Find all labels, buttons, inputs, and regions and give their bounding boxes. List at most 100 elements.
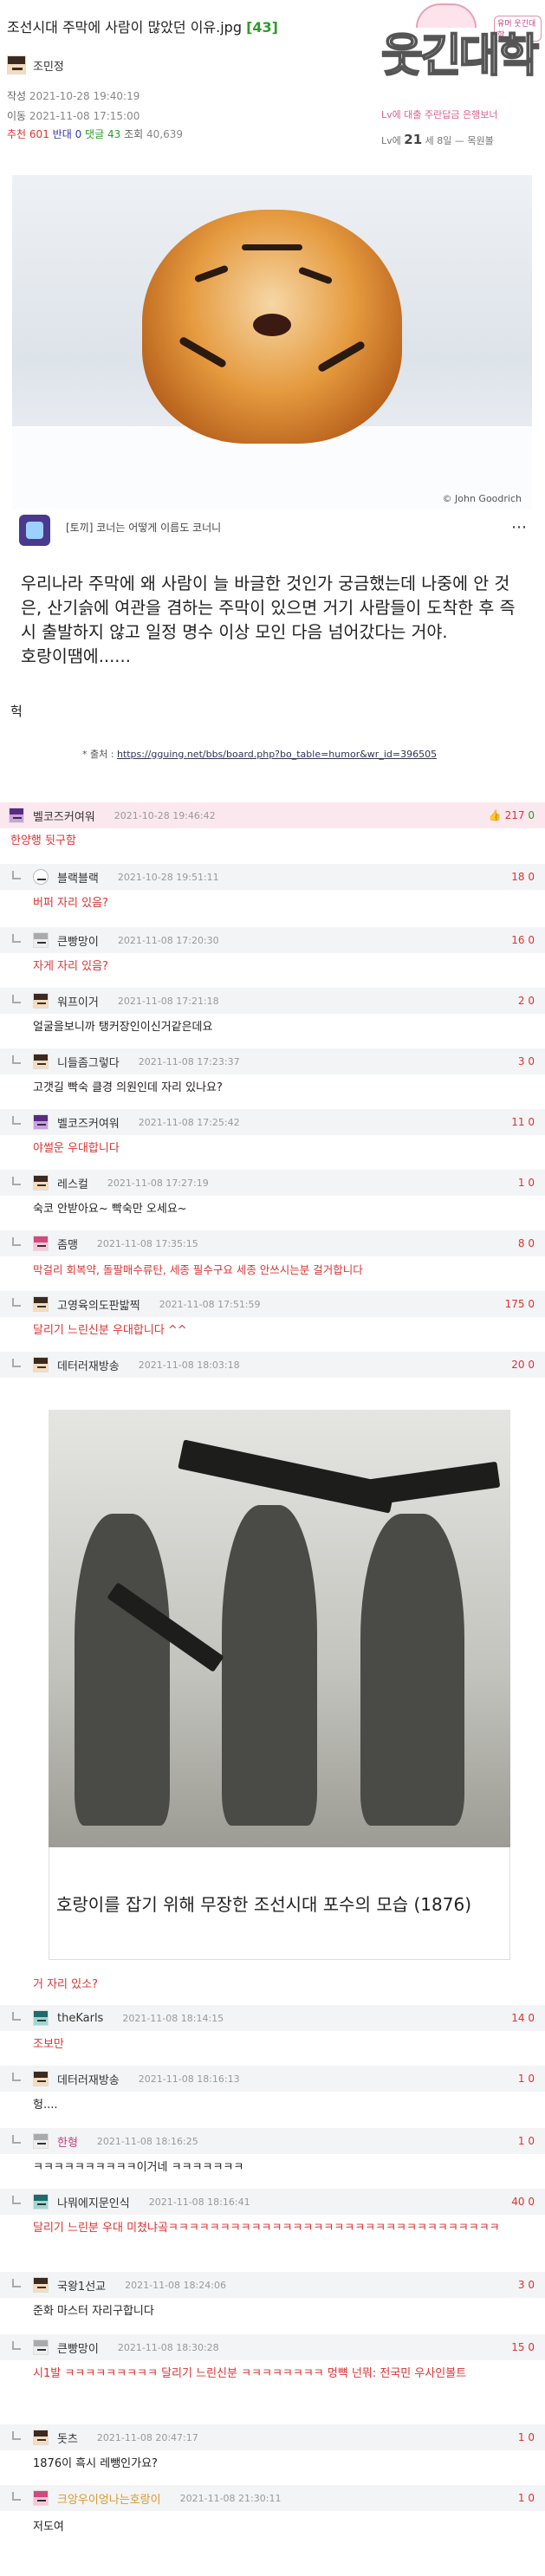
- comment-nick[interactable]: 좀맹: [57, 1236, 78, 1252]
- avatar: [33, 869, 49, 885]
- comment-vote[interactable]: 8 0: [518, 1237, 535, 1249]
- more-options-icon[interactable]: ⋯: [511, 518, 527, 536]
- comment-text: 달리기 느린분 우대 미쳤냐곸ㅋㅋㅋㅋㅋㅋㅋㅋㅋㅋㅋㅋㅋㅋㅋㅋㅋㅋㅋㅋㅋㅋㅋㅋㅋ…: [33, 2222, 500, 2235]
- reply-arrow-icon: [12, 995, 21, 1003]
- avatar: [33, 2277, 49, 2293]
- comment-vote[interactable]: 18 0: [511, 871, 535, 883]
- post-body-line2: 호랑이땜에......: [21, 646, 131, 666]
- comment-nick[interactable]: 벨코즈커여워: [57, 1114, 120, 1131]
- comment-count[interactable]: [43]: [246, 19, 278, 36]
- comment-time: 2021-11-08 18:03:18: [138, 1359, 240, 1371]
- comment-header: theKarls 2021-11-08 18:14:15 14 0: [0, 2005, 545, 2031]
- site-logo[interactable]: 유머 웃긴대학 웃긴대학 Lv에 대출 주란답금 은행보너 Lv에 21 세 8…: [364, 3, 542, 147]
- comment-nick[interactable]: 니들좀그렇다: [57, 1054, 120, 1070]
- comment-vote[interactable]: 40 0: [511, 2196, 535, 2208]
- comment-vote[interactable]: 1 0: [518, 2431, 535, 2443]
- comment-vote[interactable]: 1 0: [518, 1177, 535, 1189]
- comment-time: 2021-11-08 17:21:18: [117, 995, 219, 1007]
- comment-text: 조보만: [33, 2038, 64, 2051]
- source-link[interactable]: https://gguing.net/bbs/board.php?bo_tabl…: [117, 749, 437, 760]
- subheader-text: [토끼] 코너는 어떻게 이름도 코너니: [66, 522, 222, 534]
- subheader-bar: [토끼] 코너는 어떻게 이름도 코너니 ⋯: [17, 515, 534, 549]
- comment-vote[interactable]: 11 0: [511, 1116, 535, 1128]
- author-name[interactable]: 조민정: [33, 57, 64, 74]
- reply-arrow-icon: [12, 934, 21, 943]
- logo-subline: Lv에 대출 주란답금 은행보너: [381, 109, 498, 120]
- comment-vote[interactable]: 14 0: [511, 2012, 535, 2024]
- source-label: * 출처 :: [82, 749, 114, 760]
- comment-vote[interactable]: 15 0: [511, 2341, 535, 2353]
- avatar: [33, 1114, 49, 1130]
- comment-vote[interactable]: 20 0: [511, 1359, 535, 1371]
- comment-header: 좀맹 2021-11-08 17:35:15 8 0: [0, 1230, 545, 1256]
- reply-arrow-icon: [12, 2135, 21, 2144]
- avatar: [33, 2339, 49, 2355]
- reply-arrow-icon: [12, 1116, 21, 1125]
- comment-header: 니들좀그렇다 2021-11-08 17:23:37 3 0: [0, 1048, 545, 1074]
- avatar: [33, 2194, 49, 2209]
- comment-nick[interactable]: 데터러재방송: [57, 1357, 120, 1373]
- rec-value: 601: [29, 128, 49, 140]
- comment-text: 얼굴을보니까 탱커장인이신거같은데요: [33, 1021, 213, 1034]
- avatar: [9, 808, 24, 823]
- comment-vote[interactable]: 16 0: [511, 934, 535, 946]
- comment-time: 2021-11-08 17:35:15: [96, 1237, 198, 1249]
- comment-header: 벨코즈커여워 2021-10-28 19:46:42 👍 217 0: [0, 802, 545, 828]
- tiger-image[interactable]: © John Goodrich: [12, 175, 532, 509]
- comment-nick[interactable]: 국왕1선교: [57, 2277, 106, 2294]
- comment-nick[interactable]: 한형: [57, 2133, 78, 2150]
- comment-time: 2021-11-08 18:16:25: [96, 2135, 198, 2147]
- reply-arrow-icon: [12, 871, 21, 879]
- tiger-nose: [253, 314, 291, 336]
- logo-level-suffix: 세 8일 — 목원볼: [425, 135, 494, 146]
- comment-time: 2021-10-28 19:51:11: [117, 871, 219, 883]
- meta-written: 작성 2021-10-28 19:40:19: [7, 88, 139, 103]
- comment-nick[interactable]: 큰빵망이: [57, 2339, 99, 2356]
- avatar: [7, 55, 26, 75]
- comment-text: 거 자리 있소?: [33, 1978, 98, 1991]
- post-author[interactable]: 조민정: [7, 55, 64, 75]
- comment-nick[interactable]: 레스컬: [57, 1175, 88, 1191]
- comment-header: 워프이거 2021-11-08 17:21:18 2 0: [0, 988, 545, 1014]
- comment-time: 2021-11-08 18:16:41: [148, 2196, 250, 2208]
- image-credit: © John Goodrich: [442, 493, 522, 504]
- comment-header: 국왕1선교 2021-11-08 18:24:06 3 0: [0, 2272, 545, 2298]
- comment-nick[interactable]: 나뭐에지문인식: [57, 2194, 130, 2210]
- comment-nick[interactable]: 워프이거: [57, 993, 99, 1009]
- comment-vote[interactable]: 3 0: [518, 2279, 535, 2291]
- avatar: [33, 1175, 49, 1191]
- comment-nick[interactable]: 큰빵망이: [57, 932, 99, 949]
- comment-nick[interactable]: theKarls: [57, 2012, 103, 2025]
- comment-vote[interactable]: 1 0: [518, 2073, 535, 2085]
- comment-nick[interactable]: 돗츠: [57, 2430, 78, 2446]
- comment-time: 2021-10-28 19:46:42: [114, 809, 216, 821]
- comment-nick[interactable]: 블랙블랙: [57, 869, 99, 886]
- logo-level-number: 21: [404, 132, 423, 147]
- comment-nick[interactable]: 고영육의도판밟찍: [57, 1296, 140, 1313]
- meta-stats: 추천 601 반대 0 댓글 43 조회 40,639: [7, 127, 183, 141]
- reply-arrow-icon: [12, 2279, 21, 2287]
- comment-time: 2021-11-08 17:27:19: [107, 1177, 209, 1189]
- comment-vote[interactable]: 2 0: [518, 995, 535, 1007]
- comment-time: 2021-11-08 17:25:42: [138, 1116, 240, 1128]
- comment-text: 자게 자리 있음?: [33, 960, 108, 973]
- hunters-photo[interactable]: 호랑이를 잡기 위해 무장한 조선시대 포수의 모습 (1876): [49, 1410, 510, 1960]
- avatar: [33, 1236, 49, 1251]
- avatar: [33, 2133, 49, 2149]
- avatar: [33, 2430, 49, 2445]
- reply-arrow-icon: [12, 2196, 21, 2204]
- reply-arrow-icon: [12, 1298, 21, 1307]
- comment-vote[interactable]: 1 0: [518, 2135, 535, 2147]
- comment-nick[interactable]: 크앙우이엉나는호랑이: [57, 2490, 161, 2507]
- comment-vote[interactable]: 👍 217 0: [489, 809, 535, 821]
- meta-moved-label: 이동: [7, 110, 27, 122]
- comment-time: 2021-11-08 20:47:17: [96, 2431, 198, 2443]
- comment-vote[interactable]: 1 0: [518, 2492, 535, 2504]
- post-title: 조선시대 주막에 사람이 많았던 이유.jpg [43]: [7, 16, 278, 36]
- comment-nick[interactable]: 벨코즈커여워: [33, 808, 95, 824]
- comment-vote[interactable]: 175 0: [505, 1298, 535, 1310]
- hunters-photo-image: [49, 1410, 510, 1847]
- comment-header: 데터러재방송 2021-11-08 18:16:13 1 0: [0, 2066, 545, 2092]
- comment-nick[interactable]: 데터러재방송: [57, 2071, 120, 2087]
- comment-vote[interactable]: 3 0: [518, 1055, 535, 1067]
